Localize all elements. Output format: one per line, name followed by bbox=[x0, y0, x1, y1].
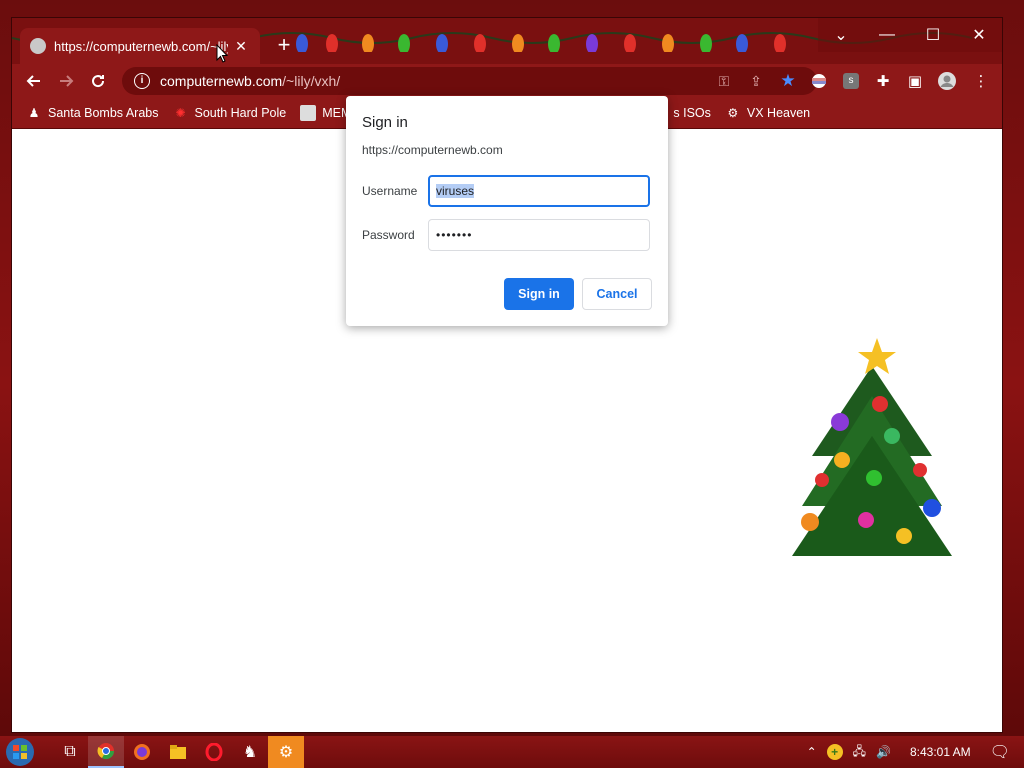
bookmark-item[interactable]: ✺ South Hard Pole bbox=[172, 105, 286, 121]
password-field[interactable]: ••••••• bbox=[428, 219, 650, 251]
system-tray: ⌃ + 🖧 🔊 8:43:01 AM 🗨 bbox=[802, 736, 1024, 768]
sign-in-button[interactable]: Sign in bbox=[504, 278, 574, 310]
password-label: Password bbox=[362, 228, 415, 242]
bookmark-label: VX Heaven bbox=[746, 106, 811, 120]
key-icon[interactable]: ⚿ bbox=[710, 67, 738, 95]
cancel-button[interactable]: Cancel bbox=[582, 278, 652, 310]
chrome-taskbar-icon[interactable] bbox=[88, 736, 124, 768]
dialog-origin: https://computernewb.com bbox=[362, 143, 503, 157]
tab-strip: https://computernewb.com/~lily ✕ + ⌄ — ☐… bbox=[12, 18, 1002, 64]
close-window-button[interactable]: ✕ bbox=[956, 18, 1002, 52]
arrow-right-icon bbox=[60, 75, 74, 87]
app-taskbar-icon[interactable]: ♞ bbox=[232, 736, 268, 768]
bookmark-star-icon[interactable]: ★ bbox=[774, 67, 802, 95]
bookmark-item[interactable]: s ISOs bbox=[673, 106, 711, 120]
chevron-up-icon[interactable]: ⌃ bbox=[807, 745, 817, 759]
profile-avatar-icon[interactable] bbox=[932, 64, 962, 98]
network-icon[interactable]: 🖧 bbox=[853, 742, 866, 763]
share-icon[interactable]: ⇪ bbox=[742, 67, 770, 95]
tray-app-icon[interactable]: + bbox=[826, 744, 843, 760]
bookmark-label: South Hard Pole bbox=[194, 106, 287, 120]
back-button[interactable] bbox=[18, 65, 50, 97]
url-domain: computernewb.com bbox=[160, 73, 283, 89]
maximize-button[interactable]: ☐ bbox=[910, 18, 956, 52]
extension-s-icon[interactable]: s bbox=[836, 64, 866, 98]
bookmark-label: Santa Bombs Arabs bbox=[48, 106, 159, 120]
file-explorer-taskbar-icon[interactable] bbox=[160, 736, 196, 768]
reload-icon bbox=[92, 75, 105, 88]
firefox-taskbar-icon[interactable] bbox=[124, 736, 160, 768]
christmas-tree-image bbox=[792, 338, 952, 556]
task-view-button[interactable]: ⧉ bbox=[52, 736, 88, 768]
figure-icon: ♟ bbox=[28, 106, 40, 120]
dialog-title: Sign in bbox=[362, 114, 408, 131]
volume-icon[interactable]: 🔊 bbox=[876, 745, 891, 759]
notifications-icon[interactable]: 🗨 bbox=[990, 742, 1010, 762]
red-star-icon: ✺ bbox=[175, 106, 186, 120]
username-field[interactable]: viruses bbox=[428, 175, 650, 207]
settings-taskbar-icon[interactable]: ⚙ bbox=[268, 736, 304, 768]
clock[interactable]: 8:43:01 AM bbox=[910, 745, 971, 759]
url-path: /~lily/vxh/ bbox=[282, 73, 341, 89]
browser-toolbar: i computernewb.com/~lily/vxh/ ⚿ ⇪ ★ s ✚ … bbox=[12, 64, 1002, 98]
mouse-cursor-icon bbox=[216, 44, 228, 63]
side-panel-icon[interactable]: ▣ bbox=[900, 64, 930, 98]
bookmark-label: s ISOs bbox=[673, 106, 711, 120]
new-tab-button[interactable]: + bbox=[272, 34, 296, 58]
windows-orb-icon bbox=[6, 738, 34, 766]
close-tab-icon[interactable]: ✕ bbox=[232, 38, 250, 55]
start-button[interactable] bbox=[0, 736, 40, 768]
vx-icon: ⚙ bbox=[727, 106, 739, 120]
extensions-puzzle-icon[interactable]: ✚ bbox=[868, 64, 898, 98]
address-bar[interactable]: i computernewb.com/~lily/vxh/ ⚿ ⇪ ★ bbox=[122, 67, 817, 95]
opera-taskbar-icon[interactable] bbox=[196, 736, 232, 768]
bookmark-item[interactable]: ⚙ VX Heaven bbox=[725, 105, 811, 121]
minimize-button[interactable]: — bbox=[864, 18, 910, 52]
arrow-left-icon bbox=[26, 75, 40, 87]
bookmark-item[interactable]: ♟ Santa Bombs Arabs bbox=[26, 105, 159, 121]
taskbar: ⧉ ♞ ⚙ ⌃ + 🖧 🔊 8:43:01 AM 🗨 bbox=[0, 736, 1024, 768]
site-info-icon[interactable]: i bbox=[134, 73, 150, 89]
extension-flag-icon[interactable] bbox=[804, 64, 834, 98]
menu-kebab-icon[interactable]: ⋮ bbox=[966, 64, 996, 98]
reload-button[interactable] bbox=[82, 65, 114, 97]
dialog-buttons: Sign in Cancel bbox=[504, 278, 652, 310]
image-icon bbox=[300, 105, 317, 121]
forward-button[interactable] bbox=[50, 65, 82, 97]
password-row: Password ••••••• bbox=[362, 219, 652, 251]
username-label: Username bbox=[362, 184, 418, 198]
globe-icon bbox=[30, 38, 46, 54]
username-value: viruses bbox=[436, 184, 475, 198]
tab-search-button[interactable]: ⌄ bbox=[818, 18, 864, 52]
sign-in-dialog: Sign in https://computernewb.com Usernam… bbox=[346, 96, 668, 326]
tab-title: https://computernewb.com/~lily bbox=[54, 38, 228, 54]
bookmark-item[interactable]: MEM bbox=[300, 105, 351, 121]
password-value: ••••••• bbox=[436, 228, 473, 242]
username-row: Username viruses bbox=[362, 175, 652, 207]
